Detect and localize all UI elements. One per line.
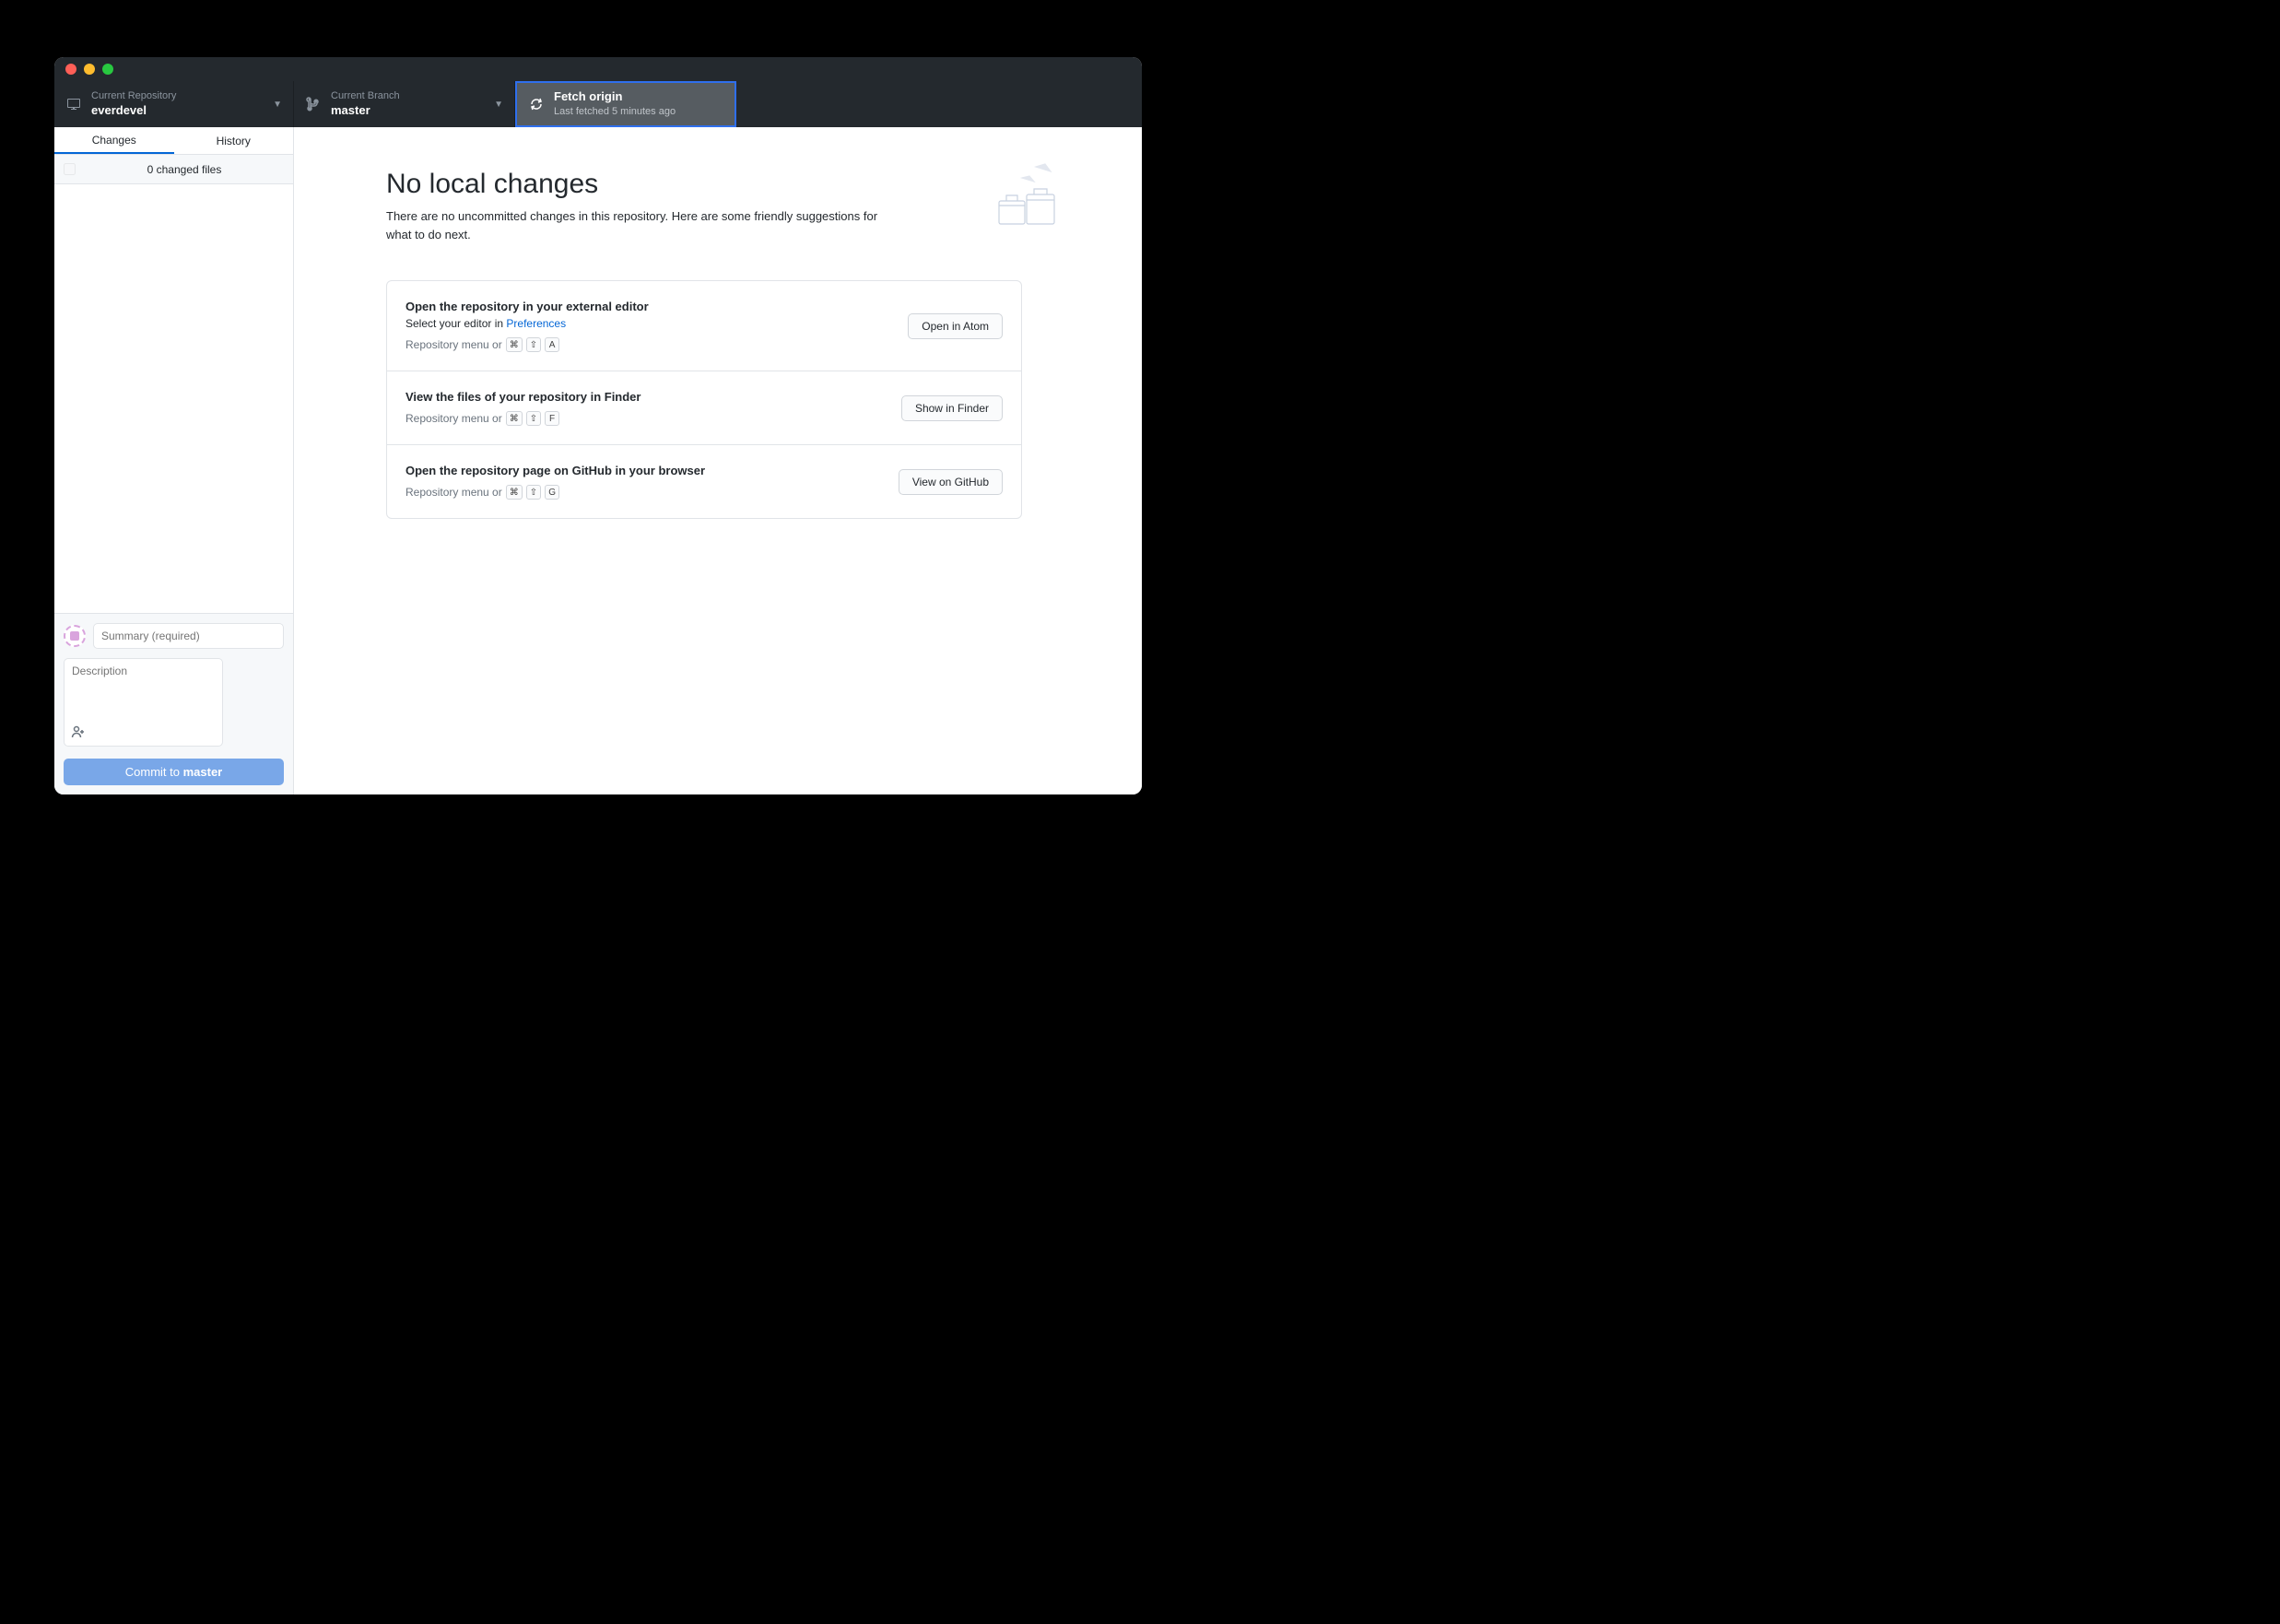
suggestion-row: Open the repository in your external edi…	[387, 281, 1021, 371]
commit-description-input[interactable]	[64, 658, 223, 747]
suggestion-title: Open the repository page on GitHub in yo…	[405, 464, 705, 477]
window-minimize-button[interactable]	[84, 64, 95, 75]
keyboard-key: F	[545, 411, 559, 426]
window-maximize-button[interactable]	[102, 64, 113, 75]
app-window: Current Repository everdevel ▼ Current B…	[54, 57, 1142, 794]
commit-button[interactable]: Commit to master	[64, 759, 284, 785]
git-branch-icon	[305, 97, 322, 112]
sidebar: Changes History 0 changed files	[54, 127, 294, 794]
suggestion-hint: Repository menu or⌘⇧F	[405, 411, 641, 426]
commit-summary-input[interactable]	[93, 623, 284, 649]
suggestion-title: View the files of your repository in Fin…	[405, 390, 641, 404]
titlebar	[54, 57, 1142, 81]
suggestion-row: View the files of your repository in Fin…	[387, 371, 1021, 445]
chevron-down-icon: ▼	[273, 100, 282, 110]
fetch-label: Fetch origin	[554, 89, 676, 105]
toolbar: Current Repository everdevel ▼ Current B…	[54, 81, 1142, 127]
keyboard-key: ⇧	[526, 411, 541, 426]
fetch-subtitle: Last fetched 5 minutes ago	[554, 105, 676, 118]
preferences-link[interactable]: Preferences	[506, 317, 566, 330]
suggestion-title: Open the repository in your external edi…	[405, 300, 649, 313]
fetch-origin-button[interactable]: Fetch origin Last fetched 5 minutes ago	[515, 81, 736, 127]
repository-selector[interactable]: Current Repository everdevel ▼	[54, 81, 294, 127]
suggestion-action-button[interactable]: Open in Atom	[908, 313, 1003, 339]
add-coauthor-icon[interactable]	[71, 724, 86, 742]
suggestion-subtitle: Select your editor in Preferences	[405, 317, 649, 330]
repo-label: Current Repository	[91, 89, 176, 102]
branch-value: master	[331, 103, 400, 119]
select-all-checkbox[interactable]	[64, 163, 76, 175]
suggestion-action-button[interactable]: Show in Finder	[901, 395, 1003, 421]
tab-history[interactable]: History	[174, 127, 294, 154]
keyboard-key: ⌘	[506, 411, 523, 426]
changes-count: 0 changed files	[85, 163, 284, 176]
tab-changes[interactable]: Changes	[54, 127, 174, 154]
keyboard-key: ⇧	[526, 337, 541, 352]
keyboard-key: ⇧	[526, 485, 541, 500]
commit-prefix: Commit to	[125, 765, 183, 779]
page-subtitle: There are no uncommitted changes in this…	[386, 207, 884, 243]
keyboard-key: G	[545, 485, 559, 500]
page-title: No local changes	[386, 169, 1022, 200]
keyboard-key: ⌘	[506, 485, 523, 500]
keyboard-key: ⌘	[506, 337, 523, 352]
suggestion-hint: Repository menu or⌘⇧G	[405, 485, 705, 500]
changes-list	[54, 184, 293, 613]
suggestion-row: Open the repository page on GitHub in yo…	[387, 445, 1021, 518]
empty-state-illustration	[990, 159, 1064, 233]
branch-selector[interactable]: Current Branch master ▼	[294, 81, 515, 127]
branch-label: Current Branch	[331, 89, 400, 102]
desktop-icon	[65, 97, 82, 112]
commit-form: Commit to master	[54, 613, 293, 794]
sync-icon	[528, 97, 545, 112]
changes-header: 0 changed files	[54, 155, 293, 184]
keyboard-key: A	[545, 337, 559, 352]
repo-value: everdevel	[91, 103, 176, 119]
avatar	[64, 625, 86, 647]
commit-branch: master	[183, 765, 223, 779]
main-panel: No local changes There are no uncommitte…	[294, 127, 1142, 794]
window-close-button[interactable]	[65, 64, 76, 75]
suggestions-list: Open the repository in your external edi…	[386, 280, 1022, 519]
chevron-down-icon: ▼	[494, 100, 503, 110]
suggestion-action-button[interactable]: View on GitHub	[899, 469, 1003, 495]
suggestion-hint: Repository menu or⌘⇧A	[405, 337, 649, 352]
sidebar-tabs: Changes History	[54, 127, 293, 155]
